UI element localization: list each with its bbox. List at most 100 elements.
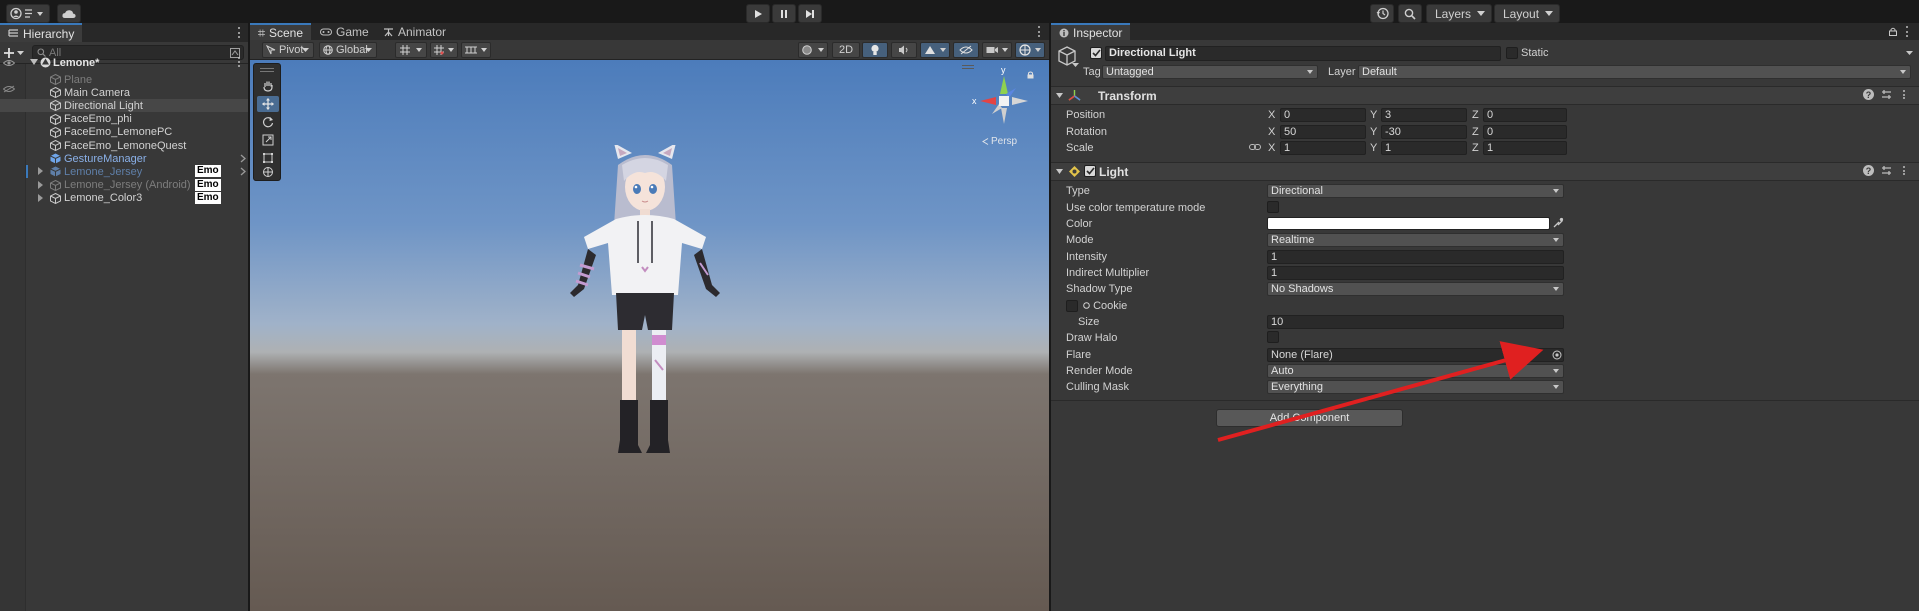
light-menu-button[interactable] (1899, 165, 1909, 176)
pause-button[interactable] (772, 4, 796, 23)
hierarchy-item[interactable]: Lemone_Jersey (Android) Emo (0, 178, 248, 192)
chevron-down-icon[interactable] (1056, 169, 1063, 174)
transform-tool-button[interactable] (257, 164, 279, 180)
hierarchy-item[interactable]: Lemone_Jersey Emo (0, 165, 248, 179)
rotation-z-field[interactable]: 0 (1483, 125, 1567, 139)
eye-icon[interactable] (3, 59, 15, 67)
cloud-button[interactable] (57, 4, 81, 23)
shadow-type-dropdown[interactable]: No Shadows (1267, 282, 1564, 296)
help-icon[interactable]: ? (1863, 89, 1874, 100)
scale-y-field[interactable]: 1 (1381, 141, 1467, 155)
transform-menu-button[interactable] (1899, 89, 1909, 100)
help-icon[interactable]: ? (1863, 165, 1874, 176)
layers-dropdown[interactable]: Layers (1426, 4, 1492, 23)
scene-viewport[interactable]: y x Persp (250, 60, 1049, 611)
history-button[interactable] (1370, 4, 1394, 23)
search-button[interactable] (1398, 4, 1422, 23)
hierarchy-item[interactable]: GestureManager (0, 152, 248, 165)
link-icon[interactable] (1249, 143, 1261, 151)
scene-visibility-toggle[interactable] (953, 42, 979, 58)
eyedropper-icon[interactable] (1553, 217, 1564, 228)
color-swatch[interactable] (1267, 217, 1550, 230)
grid-snap-button[interactable] (395, 42, 427, 58)
chevron-down-icon[interactable] (1056, 93, 1063, 98)
color-temp-checkbox[interactable] (1267, 201, 1279, 213)
rotation-z-axis-label[interactable]: Z (1472, 126, 1479, 138)
rotation-x-axis-label[interactable]: X (1268, 126, 1275, 138)
preset-icon[interactable] (1881, 89, 1892, 100)
audio-toggle[interactable] (891, 42, 917, 58)
layout-dropdown[interactable]: Layout (1494, 4, 1560, 23)
rotation-y-field[interactable]: -30 (1381, 125, 1467, 139)
play-button[interactable] (746, 4, 770, 23)
tab-animator[interactable]: Animator (375, 23, 454, 40)
position-x-axis-label[interactable]: X (1268, 109, 1275, 121)
scene-root-row[interactable]: Lemone* (0, 56, 248, 69)
drag-handle[interactable] (260, 68, 274, 72)
chevron-down-icon[interactable] (1906, 51, 1913, 55)
hierarchy-item[interactable]: Directional Light (0, 99, 248, 113)
chevron-right-icon[interactable] (240, 154, 246, 163)
tag-dropdown[interactable]: Untagged (1102, 65, 1318, 79)
add-component-button[interactable]: Add Component (1216, 409, 1403, 427)
chevron-down-icon[interactable] (1072, 63, 1079, 67)
expand-arrow-icon[interactable] (38, 180, 43, 189)
pivot-dropdown[interactable]: Pivot (262, 42, 314, 58)
mode-dropdown[interactable]: Realtime (1267, 233, 1564, 247)
transform-header[interactable]: Transform ? (1051, 86, 1919, 105)
effects-dropdown[interactable] (920, 42, 950, 58)
rotate-tool-button[interactable] (257, 114, 279, 130)
lighting-toggle[interactable] (862, 42, 888, 58)
shading-mode-button[interactable] (798, 42, 828, 58)
rotation-x-field[interactable]: 50 (1280, 125, 1366, 139)
account-button[interactable] (6, 4, 50, 23)
hierarchy-item[interactable]: FaceEmo_LemonePC (0, 126, 248, 139)
tab-game[interactable]: Game (312, 23, 377, 40)
scale-x-field[interactable]: 1 (1280, 141, 1366, 155)
culling-mask-dropdown[interactable]: Everything (1267, 380, 1564, 394)
scale-z-axis-label[interactable]: Z (1472, 142, 1479, 154)
static-checkbox[interactable] (1506, 47, 1518, 59)
hierarchy-item[interactable]: FaceEmo_LemoneQuest (0, 139, 248, 152)
2d-toggle[interactable]: 2D (832, 42, 860, 58)
move-tool-button[interactable] (257, 96, 279, 112)
position-z-axis-label[interactable]: Z (1472, 109, 1479, 121)
hierarchy-item[interactable]: Main Camera (0, 86, 248, 99)
step-button[interactable] (798, 4, 822, 23)
ruler-button[interactable] (461, 42, 491, 58)
intensity-field[interactable]: 1 (1267, 250, 1564, 264)
tab-hierarchy[interactable]: Hierarchy (0, 23, 83, 42)
scale-x-axis-label[interactable]: X (1268, 142, 1275, 154)
scale-z-field[interactable]: 1 (1483, 141, 1567, 155)
indirect-multiplier-field[interactable]: 1 (1267, 266, 1564, 280)
scale-y-axis-label[interactable]: Y (1370, 142, 1377, 154)
lock-icon[interactable] (1889, 27, 1897, 36)
hand-tool-button[interactable] (257, 78, 279, 94)
position-x-field[interactable]: 0 (1280, 108, 1366, 122)
cookie-size-field[interactable]: 10 (1267, 315, 1564, 329)
orientation-gizmo[interactable]: y x Persp (970, 65, 1040, 158)
light-enabled-checkbox[interactable] (1084, 165, 1096, 177)
persp-toggle[interactable]: Persp (982, 136, 1017, 147)
gizmos-dropdown[interactable] (1015, 42, 1045, 58)
position-y-axis-label[interactable]: Y (1370, 109, 1377, 121)
object-name-field[interactable]: Directional Light (1105, 46, 1501, 61)
avatar-character[interactable] (570, 145, 720, 485)
inspector-menu-button[interactable] (1902, 25, 1912, 38)
hierarchy-item[interactable]: Plane (0, 73, 248, 86)
cookie-object-field[interactable] (1066, 300, 1078, 312)
layer-dropdown[interactable]: Default (1358, 65, 1911, 79)
scene-panel-menu-button[interactable] (1034, 25, 1044, 38)
camera-dropdown[interactable] (982, 42, 1012, 58)
expand-arrow-icon[interactable] (38, 193, 43, 202)
hierarchy-item[interactable]: FaceEmo_phi (0, 113, 248, 126)
draw-halo-checkbox[interactable] (1267, 331, 1279, 343)
scene-menu-button[interactable] (234, 56, 244, 68)
hierarchy-menu-button[interactable] (234, 26, 244, 39)
light-header[interactable]: Light ? (1051, 162, 1919, 181)
lock-icon[interactable] (1027, 71, 1034, 79)
flare-field[interactable]: None (Flare) (1267, 348, 1564, 362)
scale-tool-button[interactable] (257, 132, 279, 148)
global-dropdown[interactable]: Global (319, 42, 377, 58)
position-z-field[interactable]: 0 (1483, 108, 1567, 122)
